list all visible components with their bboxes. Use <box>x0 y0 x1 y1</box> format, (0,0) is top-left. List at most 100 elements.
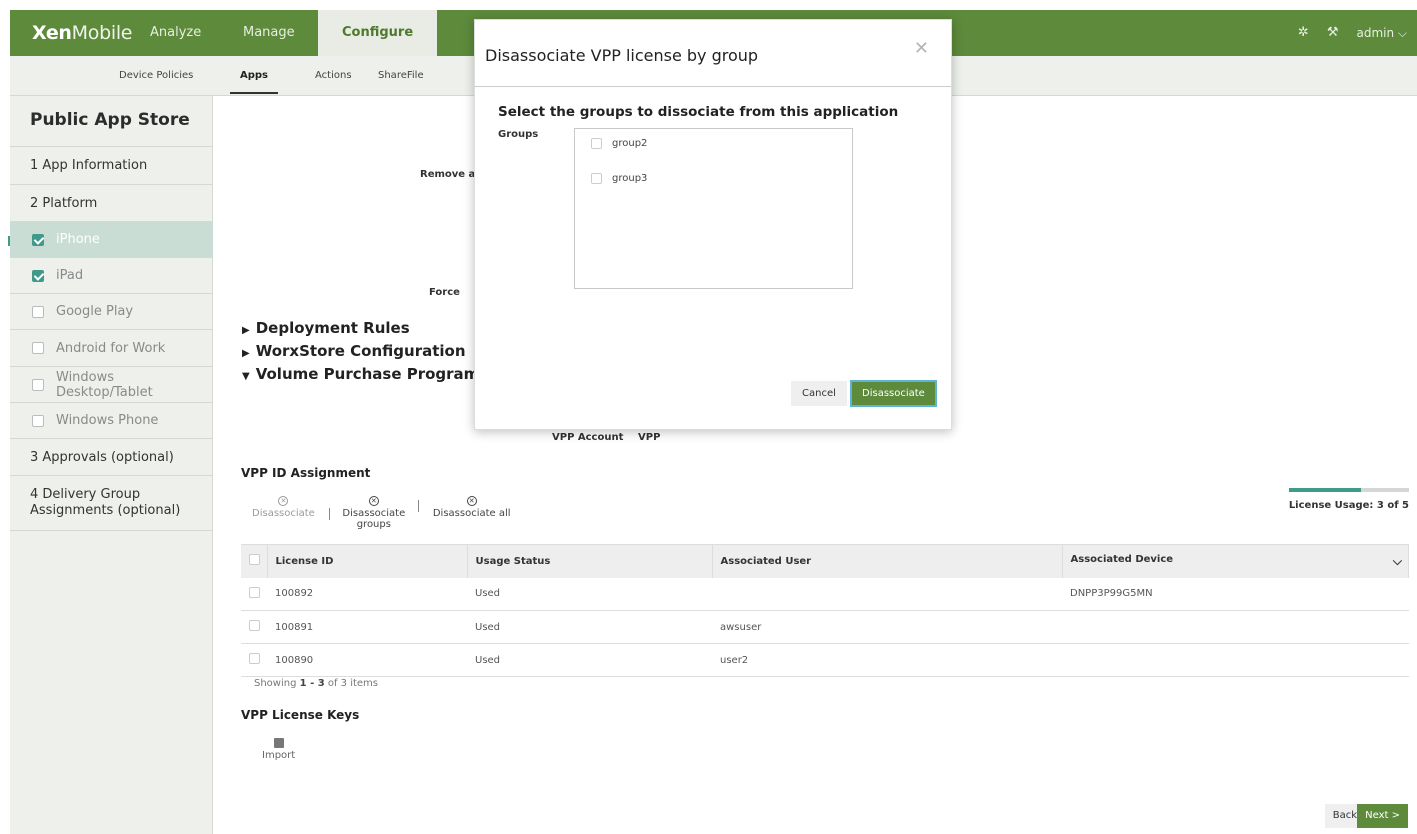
vpp-account-value: VPP <box>638 432 661 443</box>
button-label: Disassociate all <box>432 508 511 519</box>
section-label: Deployment Rules <box>255 319 410 337</box>
platform-android-for-work[interactable]: Android for Work <box>10 329 213 366</box>
brand-logo: XenMobile <box>32 22 132 44</box>
col-associated-user[interactable]: Associated User <box>712 544 1063 578</box>
disassociate-groups-button[interactable]: ✕ Disassociate groups <box>342 496 405 530</box>
button-label: Disassociate <box>252 508 315 519</box>
platform-windows-phone[interactable]: Windows Phone <box>10 402 213 438</box>
checkbox-google-play[interactable] <box>32 305 44 318</box>
nav-configure[interactable]: Configure <box>318 10 438 56</box>
step-platform[interactable]: 2 Platform <box>10 184 213 221</box>
step-label: 2 Platform <box>30 195 98 211</box>
cell-associated-user: awsuser <box>712 610 1062 644</box>
row-select-cell <box>241 643 267 677</box>
disassociate-confirm-button[interactable]: Disassociate <box>850 380 937 407</box>
button-label: Import <box>262 750 296 761</box>
section-worxstore-configuration[interactable]: ▶ WorxStore Configuration <box>242 342 466 360</box>
vpp-toolbar: ✕ Disassociate ✕ Disassociate groups ✕ D… <box>252 496 511 530</box>
group-checkbox[interactable] <box>591 173 602 184</box>
disassociate-group-dialog: Disassociate VPP license by group ✕ Sele… <box>474 19 952 430</box>
group-option-group2[interactable]: group2 <box>591 138 647 149</box>
select-all-cell <box>241 544 268 578</box>
step-approvals[interactable]: 3 Approvals (optional) <box>10 438 213 475</box>
showing-range: 1 - 3 <box>299 678 325 689</box>
platform-windows-desktop[interactable]: Windows Desktop/Tablet <box>10 366 213 402</box>
section-volume-purchase-program[interactable]: ▼ Volume Purchase Program <box>242 365 479 383</box>
cell-usage-status: Used <box>467 610 712 644</box>
groups-list: group2 group3 <box>574 128 853 289</box>
import-icon <box>273 738 284 748</box>
vpp-license-table: License ID Usage Status Associated User … <box>241 544 1409 677</box>
next-button[interactable]: Next > <box>1357 804 1408 828</box>
section-deployment-rules[interactable]: ▶ Deployment Rules <box>242 319 410 337</box>
row-checkbox[interactable] <box>249 586 260 598</box>
subnav-device-policies[interactable]: Device Policies <box>119 56 193 96</box>
section-label: WorxStore Configuration <box>255 342 466 360</box>
vpp-license-keys-title: VPP License Keys <box>241 708 360 722</box>
step-label: 1 App Information <box>30 158 148 173</box>
platform-label: Windows Phone <box>56 413 159 428</box>
platform-google-play[interactable]: Google Play <box>10 293 213 329</box>
checkbox-android-for-work[interactable] <box>32 342 44 354</box>
cell-associated-user: user2 <box>712 643 1062 677</box>
row-select-cell <box>241 610 267 644</box>
nav-manage[interactable]: Manage <box>243 10 295 56</box>
cancel-button[interactable]: Cancel <box>791 381 847 406</box>
col-associated-device[interactable]: Associated Device ⌵ <box>1062 544 1409 578</box>
disassociate-all-button[interactable]: ✕ Disassociate all <box>433 496 511 530</box>
showing-suffix: of 3 items <box>324 678 378 689</box>
checkbox-windows-desktop[interactable] <box>32 378 44 391</box>
row-checkbox[interactable] <box>249 620 260 631</box>
group-option-group3[interactable]: group3 <box>591 173 647 184</box>
license-usage-fill <box>1289 488 1361 492</box>
cell-license-id: 100890 <box>267 643 467 677</box>
col-label: Associated Device <box>1070 553 1174 565</box>
license-usage-text: License Usage: 3 of 5 <box>1288 500 1409 511</box>
chevron-down-icon[interactable]: ⌵ <box>1393 554 1402 569</box>
brand-light: Mobile <box>71 22 133 44</box>
checkbox-iphone[interactable] <box>32 233 44 246</box>
group-checkbox[interactable] <box>591 138 602 149</box>
import-button[interactable]: Import <box>262 738 295 761</box>
platform-iphone[interactable]: iPhone <box>8 221 213 257</box>
checkbox-windows-phone[interactable] <box>32 414 44 427</box>
platform-label: iPad <box>56 268 84 283</box>
dialog-title: Disassociate VPP license by group <box>485 46 759 65</box>
nav-analyze[interactable]: Analyze <box>150 10 201 56</box>
platform-ipad[interactable]: iPad <box>10 257 213 293</box>
vpp-account-label: VPP Account <box>552 432 624 443</box>
select-all-checkbox[interactable] <box>249 554 260 566</box>
top-right-controls: ✲ ⚒ admin ⌵ <box>1298 10 1407 56</box>
table-header-row: License ID Usage Status Associated User … <box>241 544 1409 578</box>
platform-label: Android for Work <box>56 340 166 356</box>
cell-usage-status: Used <box>467 577 712 611</box>
gear-icon[interactable]: ✲ <box>1298 10 1309 56</box>
checkbox-ipad[interactable] <box>32 269 44 282</box>
disassociate-button[interactable]: ✕ Disassociate <box>252 496 315 530</box>
subnav-apps[interactable]: Apps <box>230 56 279 94</box>
wrench-icon[interactable]: ⚒ <box>1327 10 1339 56</box>
x-circle-icon: ✕ <box>278 496 289 506</box>
cell-license-id: 100891 <box>267 610 467 644</box>
wizard-title: Public App Store <box>30 110 190 130</box>
table-row[interactable]: 100891 Used awsuser <box>241 610 1409 644</box>
table-row[interactable]: 100890 Used user2 <box>241 643 1409 677</box>
cell-usage-status: Used <box>467 643 712 677</box>
x-circle-icon: ✕ <box>368 496 379 506</box>
user-menu[interactable]: admin ⌵ <box>1356 10 1407 56</box>
pagination-summary: Showing 1 - 3 of 3 items <box>254 678 378 689</box>
close-icon[interactable]: ✕ <box>914 38 929 59</box>
groups-label: Groups <box>498 129 539 140</box>
row-checkbox[interactable] <box>249 653 260 664</box>
step-delivery-groups[interactable]: 4 Delivery Group Assignments (optional) <box>10 475 213 531</box>
brand-bold: Xen <box>32 22 72 44</box>
force-label: Force <box>429 287 460 298</box>
subnav-actions[interactable]: Actions <box>315 56 352 96</box>
col-usage-status[interactable]: Usage Status <box>467 544 713 578</box>
col-license-id[interactable]: License ID <box>267 544 468 578</box>
platform-label: Google Play <box>56 304 134 319</box>
subnav-sharefile[interactable]: ShareFile <box>378 56 424 96</box>
license-usage-bar <box>1289 488 1409 492</box>
step-app-information[interactable]: 1 App Information <box>10 146 213 184</box>
table-row[interactable]: 100892 Used DNPP3P99G5MN <box>241 577 1409 611</box>
